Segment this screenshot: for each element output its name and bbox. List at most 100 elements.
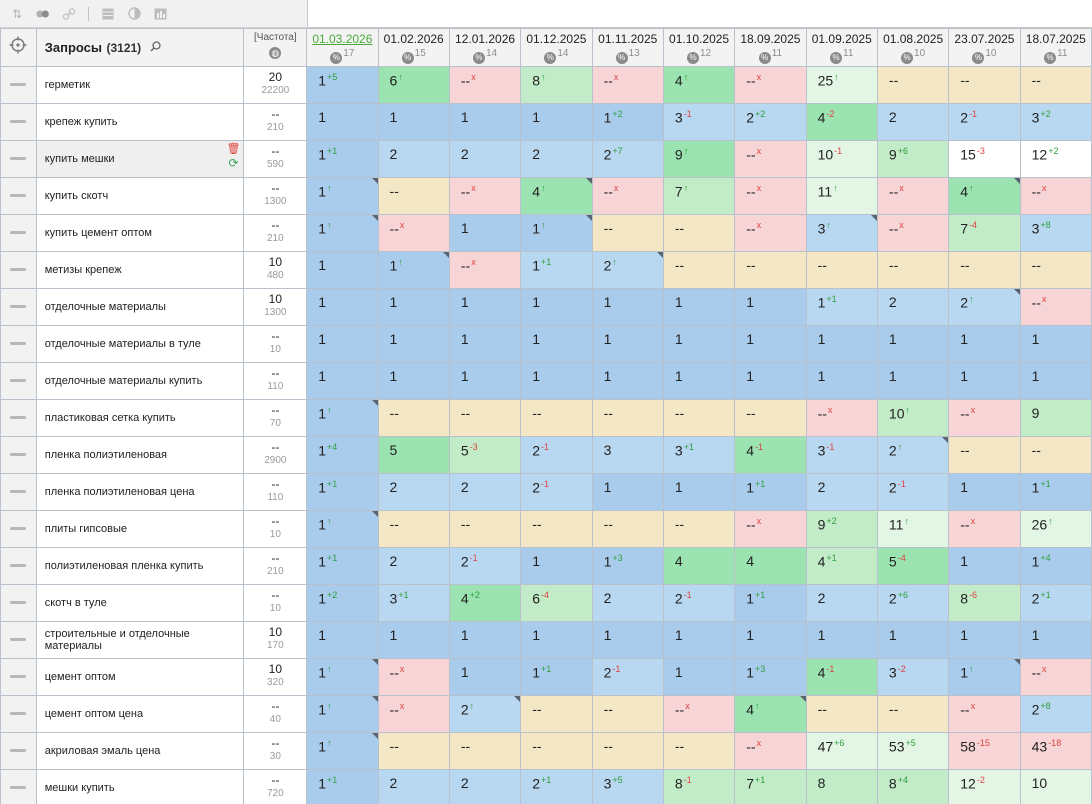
position-cell[interactable]: 1: [306, 288, 379, 326]
position-cell[interactable]: 43-18: [1019, 732, 1092, 770]
date-label[interactable]: 01.10.2025: [664, 32, 733, 46]
query-cell[interactable]: отделочные материалы в туле: [35, 325, 245, 363]
position-cell[interactable]: 1: [1019, 325, 1092, 363]
position-cell[interactable]: 2-1: [520, 473, 593, 511]
position-cell[interactable]: --: [734, 399, 807, 437]
table-row[interactable]: крепеж купить -- 210 1 1 1 1 1+2 3-1 2+2 4-2 2 2-1 3+…: [0, 103, 1092, 141]
position-cell[interactable]: 1: [448, 362, 522, 400]
position-cell[interactable]: --: [377, 177, 450, 215]
position-cell[interactable]: --: [591, 214, 664, 252]
position-cell[interactable]: 9: [1019, 399, 1092, 437]
position-cell[interactable]: --: [662, 510, 736, 548]
query-column-header[interactable]: Запросы (3121): [35, 28, 245, 67]
position-cell[interactable]: --x: [734, 140, 807, 178]
position-cell[interactable]: --x: [591, 66, 664, 104]
table-row[interactable]: пластиковая сетка купить -- 70 1↑ -- -- -- -- --…: [0, 399, 1092, 437]
query-cell[interactable]: пленка полиэтиленовая цена: [35, 473, 245, 511]
crosshair-icon[interactable]: [9, 36, 27, 54]
query-cell[interactable]: купить скотч: [35, 177, 245, 215]
position-cell[interactable]: 12+2: [1019, 140, 1092, 178]
target-cell[interactable]: [0, 288, 37, 326]
position-cell[interactable]: 2-1: [591, 658, 664, 696]
position-cell[interactable]: --: [591, 695, 664, 733]
position-cell[interactable]: --: [948, 66, 1021, 104]
position-cell[interactable]: 1: [591, 288, 664, 326]
position-cell[interactable]: 5-4: [876, 547, 950, 585]
contrast-icon[interactable]: [127, 7, 141, 21]
position-cell[interactable]: 1+1: [520, 658, 593, 696]
table-row[interactable]: отделочные материалы 10 1300 1 1 1 1 1 1 1 1+1 2 2↑ -…: [0, 288, 1092, 326]
position-cell[interactable]: 10-1: [805, 140, 878, 178]
target-toggle[interactable]: [10, 83, 27, 87]
target-cell[interactable]: [0, 251, 37, 289]
position-cell[interactable]: 1: [591, 621, 664, 659]
date-column-header[interactable]: 01.10.2025% 12: [662, 28, 736, 67]
date-label[interactable]: 01.11.2025: [593, 32, 662, 46]
position-cell[interactable]: 2+1: [520, 769, 593, 804]
position-cell[interactable]: --: [1019, 251, 1092, 289]
position-cell[interactable]: 1: [306, 103, 379, 141]
target-cell[interactable]: [0, 436, 37, 474]
position-cell[interactable]: 1: [520, 547, 593, 585]
position-cell[interactable]: 8+4: [876, 769, 950, 804]
position-cell[interactable]: 1: [520, 103, 593, 141]
position-cell[interactable]: 1↑: [948, 658, 1021, 696]
position-cell[interactable]: 3-2: [876, 658, 950, 696]
target-cell[interactable]: [0, 658, 37, 696]
position-cell[interactable]: 1: [805, 362, 878, 400]
position-cell[interactable]: --x: [1019, 177, 1092, 215]
position-cell[interactable]: 1: [948, 621, 1021, 659]
position-cell[interactable]: 1: [662, 362, 736, 400]
position-cell[interactable]: 11↑: [805, 177, 878, 215]
position-cell[interactable]: 2↑: [876, 436, 950, 474]
position-cell[interactable]: 8↑: [520, 66, 593, 104]
position-cell[interactable]: --x: [448, 251, 522, 289]
position-cell[interactable]: --x: [1019, 288, 1092, 326]
table-row[interactable]: метизы крепеж 10 480 1 1↑ --x 1+1 2↑ -- -- -- -- -- -…: [0, 251, 1092, 289]
table-row[interactable]: купить скотч -- 1300 1↑ -- --x 4↑ --x 7↑ --x 11↑ --…: [0, 177, 1092, 215]
table-row[interactable]: строительные и отделочные материалы 10 170…: [0, 621, 1092, 659]
position-cell[interactable]: 9+2: [805, 510, 878, 548]
position-cell[interactable]: --x: [805, 399, 878, 437]
position-cell[interactable]: 2+6: [876, 584, 950, 622]
table-row[interactable]: отделочные материалы в туле -- 10 1 1 1 1 1 1 1 1 1…: [0, 325, 1092, 363]
position-cell[interactable]: --x: [591, 177, 664, 215]
position-cell[interactable]: 2: [591, 584, 664, 622]
position-cell[interactable]: 1: [662, 658, 736, 696]
position-cell[interactable]: 1: [306, 621, 379, 659]
position-cell[interactable]: 1: [591, 325, 664, 363]
position-cell[interactable]: 4-1: [734, 436, 807, 474]
date-column-header[interactable]: 01.09.2025% 11: [805, 28, 878, 67]
search-icon[interactable]: [150, 40, 161, 55]
position-cell[interactable]: 4-2: [805, 103, 878, 141]
position-cell[interactable]: 1+2: [306, 584, 379, 622]
position-cell[interactable]: --: [377, 399, 450, 437]
target-cell[interactable]: [0, 621, 37, 659]
position-cell[interactable]: 1: [377, 103, 450, 141]
date-column-header[interactable]: 23.07.2025% 10: [948, 28, 1021, 67]
position-cell[interactable]: 1+1: [1019, 473, 1092, 511]
target-cell[interactable]: [0, 325, 37, 363]
position-cell[interactable]: 2: [448, 769, 522, 804]
table-icon[interactable]: [101, 7, 115, 21]
position-cell[interactable]: 4↑: [734, 695, 807, 733]
position-cell[interactable]: 1: [662, 288, 736, 326]
position-cell[interactable]: 1↑: [306, 214, 379, 252]
date-label[interactable]: 01.08.2025: [878, 32, 947, 46]
table-row[interactable]: отделочные материалы купить -- 110 1 1 1 1 1 1 1 1…: [0, 362, 1092, 400]
table-row[interactable]: герметик 20 22200 1+5 6↑ --x 8↑ --x 4↑ --x 25↑ -- --…: [0, 66, 1092, 104]
position-cell[interactable]: 7↑: [662, 177, 736, 215]
position-cell[interactable]: 2+1: [1019, 584, 1092, 622]
position-cell[interactable]: 2: [448, 140, 522, 178]
toggle-icon[interactable]: [36, 7, 50, 21]
target-cell[interactable]: [0, 214, 37, 252]
position-cell[interactable]: --x: [948, 510, 1021, 548]
position-cell[interactable]: 1: [805, 621, 878, 659]
position-cell[interactable]: 1+1: [306, 547, 379, 585]
target-toggle[interactable]: [10, 305, 27, 309]
position-cell[interactable]: 12-2: [948, 769, 1021, 804]
position-cell[interactable]: 2↑: [591, 251, 664, 289]
position-cell[interactable]: 8: [805, 769, 878, 804]
query-cell[interactable]: плиты гипсовые: [35, 510, 245, 548]
position-cell[interactable]: 1: [448, 214, 522, 252]
